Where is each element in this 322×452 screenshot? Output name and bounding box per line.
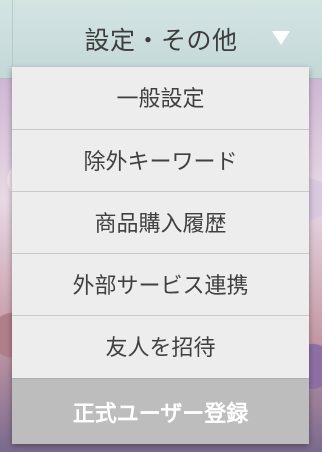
menu-item-register-user[interactable]: 正式ユーザー登録 — [12, 378, 309, 444]
menu-item-label: 外部サービス連携 — [72, 273, 249, 299]
menu-item-label: 除外キーワード — [83, 149, 238, 175]
menu-item-invite-friends[interactable]: 友人を招待 — [12, 315, 309, 375]
menu-item-external-services[interactable]: 外部サービス連携 — [12, 253, 309, 313]
menu-item-excluded-keywords[interactable]: 除外キーワード — [12, 129, 309, 189]
menu-item-general-settings[interactable]: 一般設定 — [12, 67, 309, 127]
settings-dropdown-menu: 一般設定 除外キーワード 商品購入履歴 外部サービス連携 友人を招待 正式ユーザ… — [12, 67, 309, 444]
menu-item-label: 友人を招待 — [105, 335, 216, 361]
triangle-down-icon[interactable] — [272, 31, 290, 45]
menu-item-purchase-history[interactable]: 商品購入履歴 — [12, 191, 309, 251]
menu-item-label: 商品購入履歴 — [94, 211, 227, 237]
menu-item-label: 正式ユーザー登録 — [72, 401, 249, 427]
menu-item-label: 一般設定 — [116, 87, 205, 112]
